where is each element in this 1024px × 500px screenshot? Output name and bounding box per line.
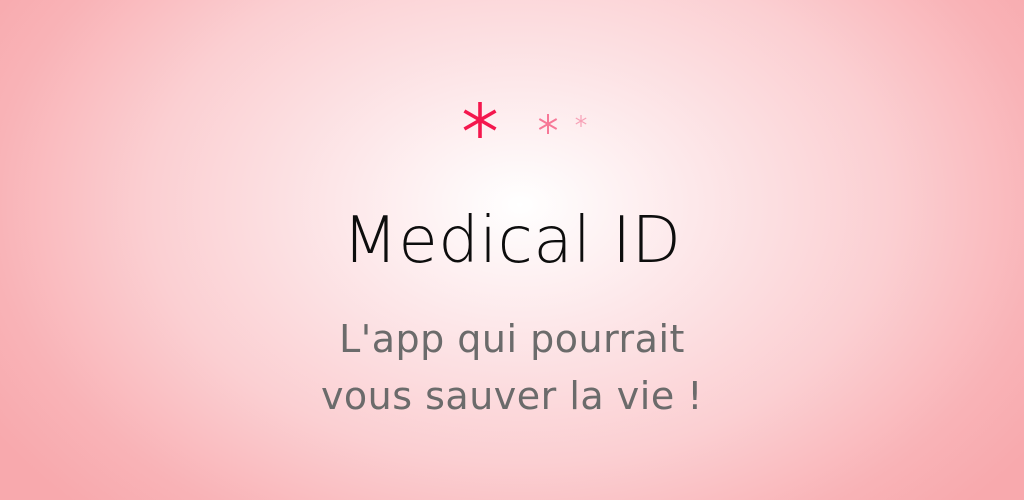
large-asterisk-icon: [463, 102, 497, 138]
app-title: Medical ID: [342, 204, 682, 278]
small-asterisk-icon: [575, 115, 587, 127]
asterisk-trio-icon: [463, 102, 587, 138]
logo: [440, 82, 600, 162]
tagline-line-2: vous sauver la vie !: [320, 374, 704, 418]
tagline-line-1: L'app qui pourrait: [339, 317, 685, 361]
medium-asterisk-icon: [538, 114, 558, 134]
